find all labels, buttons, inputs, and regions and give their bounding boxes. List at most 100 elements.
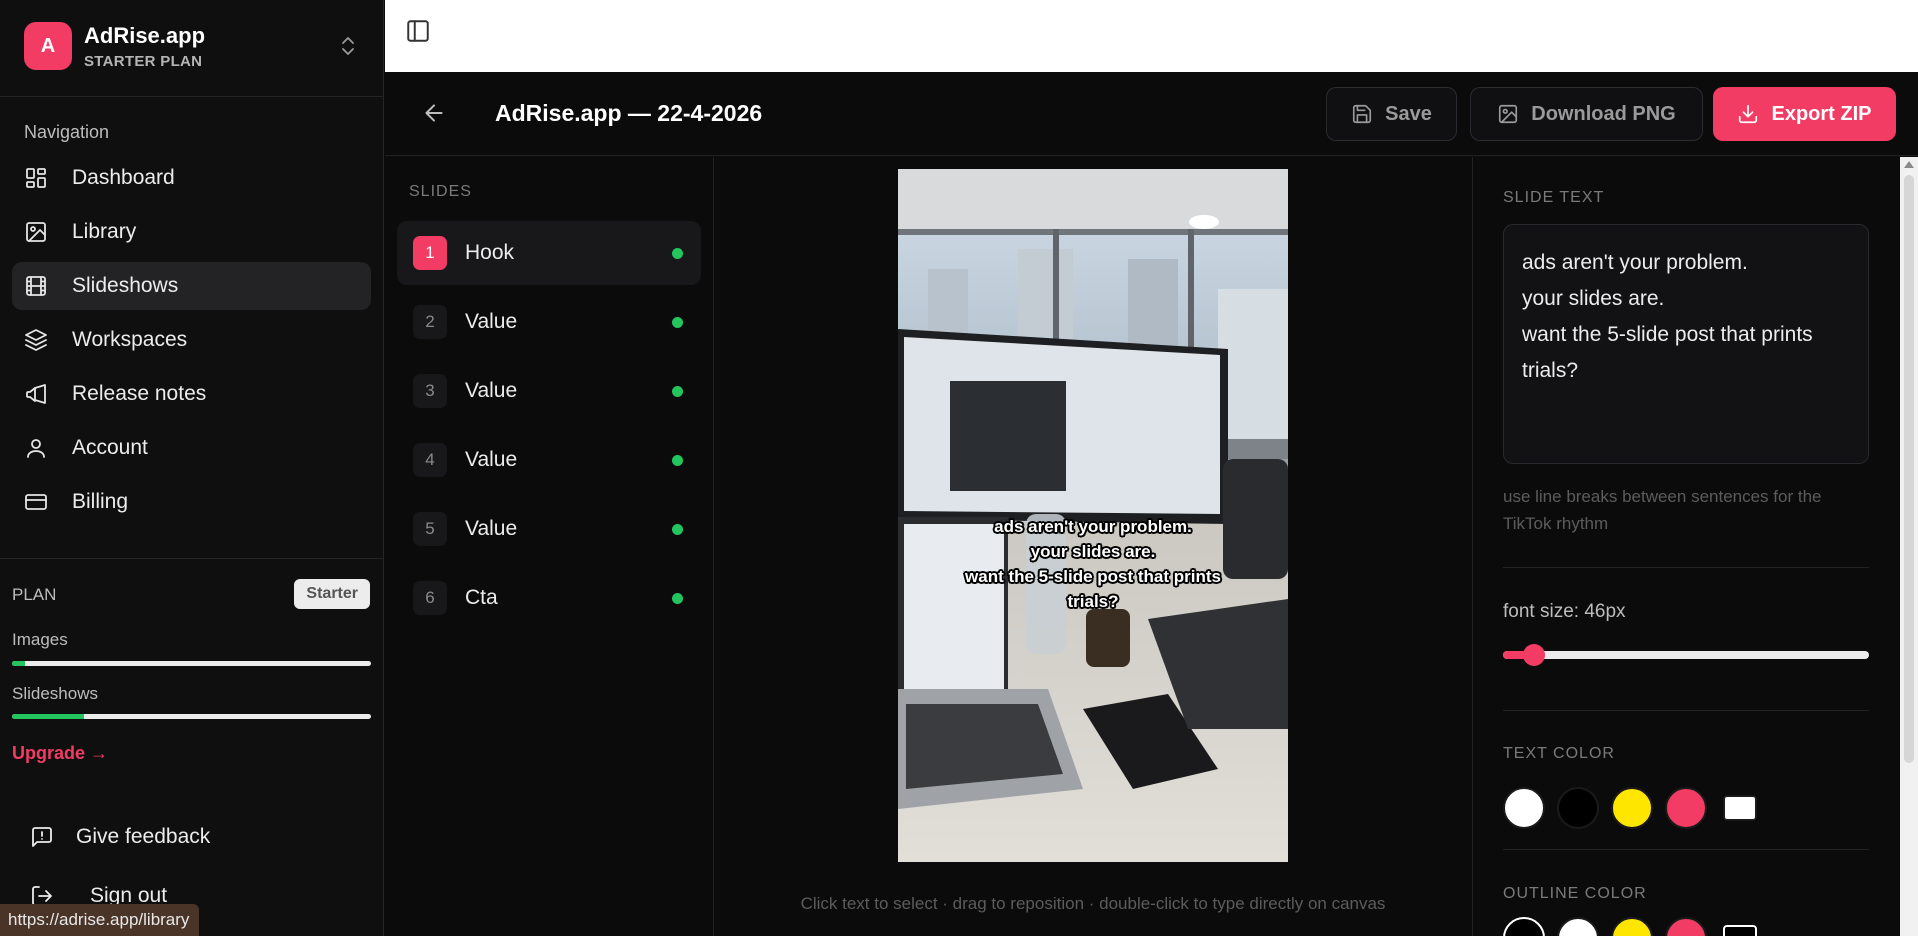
slider-thumb[interactable] bbox=[1523, 644, 1546, 666]
nav-item-slideshows[interactable]: Slideshows bbox=[12, 262, 371, 310]
slideshow-editor: AdRise.app — 22-4-2026 Save Download PNG… bbox=[385, 72, 1918, 936]
font-size-slider[interactable] bbox=[1503, 644, 1869, 666]
user-icon bbox=[24, 436, 48, 460]
status-bar-url: https://adrise.app/library bbox=[0, 904, 200, 936]
nav-item-library[interactable]: Library bbox=[12, 208, 371, 256]
save-icon bbox=[1351, 103, 1373, 125]
outline-color-swatch[interactable] bbox=[1611, 917, 1653, 936]
slide-item[interactable]: 3 Value bbox=[397, 359, 701, 423]
usage-fill bbox=[12, 661, 25, 666]
canvas-hint: Click text to select · drag to repositio… bbox=[800, 894, 1386, 913]
outline-color-swatch[interactable] bbox=[1665, 917, 1707, 936]
nav-item-label: Slideshows bbox=[72, 274, 179, 297]
slide-label: Hook bbox=[465, 241, 515, 264]
slide-number: 5 bbox=[413, 512, 447, 546]
scrollbar-thumb[interactable] bbox=[1904, 175, 1914, 763]
slide-status-dot bbox=[672, 455, 683, 466]
usage-fill bbox=[12, 714, 84, 719]
text-color-swatch[interactable] bbox=[1723, 795, 1757, 821]
editor-title: AdRise.app — 22-4-2026 bbox=[495, 100, 763, 126]
scrollbar-track[interactable] bbox=[1900, 157, 1918, 936]
slide-number: 2 bbox=[413, 305, 447, 339]
brand-logo: A bbox=[24, 22, 72, 70]
slide-label: Value bbox=[465, 517, 518, 540]
nav-item-label: Dashboard bbox=[72, 166, 175, 189]
slides-heading: SLIDES bbox=[409, 183, 472, 200]
slide-number: 4 bbox=[413, 443, 447, 477]
slide-item[interactable]: 1 Hook bbox=[397, 221, 701, 285]
slide-overlay-text[interactable]: ads aren't your problem. your slides are… bbox=[898, 514, 1288, 614]
nav-item-workspaces[interactable]: Workspaces bbox=[12, 316, 371, 364]
canvas-area: ads aren't your problem. your slides are… bbox=[715, 157, 1471, 936]
nav-item-account[interactable]: Account bbox=[12, 424, 371, 472]
slide-label: Value bbox=[465, 310, 518, 333]
text-color-swatch[interactable] bbox=[1665, 787, 1707, 829]
download-icon bbox=[1737, 103, 1759, 125]
divider bbox=[1503, 710, 1869, 711]
outline-color-swatch[interactable] bbox=[1557, 917, 1599, 936]
layers-icon bbox=[24, 328, 48, 352]
give-feedback-label: Give feedback bbox=[76, 825, 211, 848]
divider bbox=[0, 96, 384, 97]
image-icon bbox=[24, 220, 48, 244]
sidebar-toggle-icon[interactable] bbox=[405, 18, 431, 44]
text-color-heading: TEXT COLOR bbox=[1503, 745, 1615, 762]
text-color-swatch[interactable] bbox=[1611, 787, 1653, 829]
divider bbox=[0, 558, 384, 559]
export-zip-label: Export ZIP bbox=[1771, 102, 1872, 125]
give-feedback-button[interactable]: Give feedback bbox=[30, 825, 210, 849]
nav-heading: Navigation bbox=[24, 122, 110, 142]
divider bbox=[1503, 849, 1869, 850]
text-color-swatches bbox=[1503, 787, 1769, 829]
text-color-swatch[interactable] bbox=[1557, 787, 1599, 829]
outline-color-swatch[interactable] bbox=[1503, 917, 1545, 936]
slide-text-heading: SLIDE TEXT bbox=[1503, 189, 1605, 206]
nav-item-dashboard[interactable]: Dashboard bbox=[12, 154, 371, 202]
slide-canvas[interactable]: ads aren't your problem. your slides are… bbox=[898, 169, 1288, 862]
scroll-up-arrow-icon[interactable] bbox=[1904, 161, 1914, 168]
nav-item-release-notes[interactable]: Release notes bbox=[12, 370, 371, 418]
save-label: Save bbox=[1385, 102, 1432, 125]
slide-status-dot bbox=[672, 593, 683, 604]
nav-item-label: Billing bbox=[72, 490, 129, 513]
slide-status-dot bbox=[672, 386, 683, 397]
slide-item[interactable]: 6 Cta bbox=[397, 566, 701, 630]
usage-bar-images bbox=[12, 661, 371, 666]
outline-color-swatch[interactable] bbox=[1723, 925, 1757, 936]
properties-panel: SLIDE TEXT use line breaks between sente… bbox=[1472, 157, 1918, 936]
upgrade-link[interactable]: Upgrade → bbox=[12, 743, 108, 764]
nav-item-label: Release notes bbox=[72, 382, 207, 405]
slide-item[interactable]: 4 Value bbox=[397, 428, 701, 492]
workspace-switcher[interactable]: A AdRise.app STARTER PLAN bbox=[24, 22, 364, 70]
slide-status-dot bbox=[672, 524, 683, 535]
slide-number: 1 bbox=[413, 236, 447, 270]
slide-item[interactable]: 5 Value bbox=[397, 497, 701, 561]
main-nav: Dashboard Library Slideshows Workspaces … bbox=[12, 154, 371, 532]
plan-badge: Starter bbox=[294, 579, 370, 609]
top-bar bbox=[385, 0, 1918, 72]
save-button[interactable]: Save bbox=[1326, 87, 1457, 141]
text-color-swatch[interactable] bbox=[1503, 787, 1545, 829]
outline-color-swatches bbox=[1503, 917, 1769, 936]
slide-list: 1 Hook 2 Value 3 Value 4 Value 5 Value 6… bbox=[397, 221, 701, 635]
dashboard-icon bbox=[24, 166, 48, 190]
nav-item-billing[interactable]: Billing bbox=[12, 478, 371, 526]
download-png-label: Download PNG bbox=[1531, 102, 1676, 125]
slide-text-input[interactable] bbox=[1503, 224, 1869, 464]
slides-panel: SLIDES 1 Hook 2 Value 3 Value 4 Value 5 … bbox=[385, 157, 714, 936]
megaphone-icon bbox=[24, 382, 48, 406]
font-size-label: font size: 46px bbox=[1503, 601, 1626, 622]
back-arrow-icon[interactable] bbox=[421, 100, 447, 126]
slide-label: Value bbox=[465, 379, 518, 402]
slide-item[interactable]: 2 Value bbox=[397, 290, 701, 354]
slide-text-help: use line breaks between sentences for th… bbox=[1503, 487, 1822, 533]
message-square-icon bbox=[30, 825, 54, 849]
usage-label-images: Images bbox=[12, 630, 68, 649]
brand-name: AdRise.app bbox=[84, 22, 206, 48]
export-zip-button[interactable]: Export ZIP bbox=[1713, 87, 1896, 141]
slide-status-dot bbox=[672, 317, 683, 328]
image-icon bbox=[1497, 103, 1519, 125]
editor-header: AdRise.app — 22-4-2026 Save Download PNG… bbox=[385, 72, 1918, 156]
download-png-button[interactable]: Download PNG bbox=[1470, 87, 1703, 141]
chevrons-up-down-icon[interactable] bbox=[336, 34, 360, 58]
